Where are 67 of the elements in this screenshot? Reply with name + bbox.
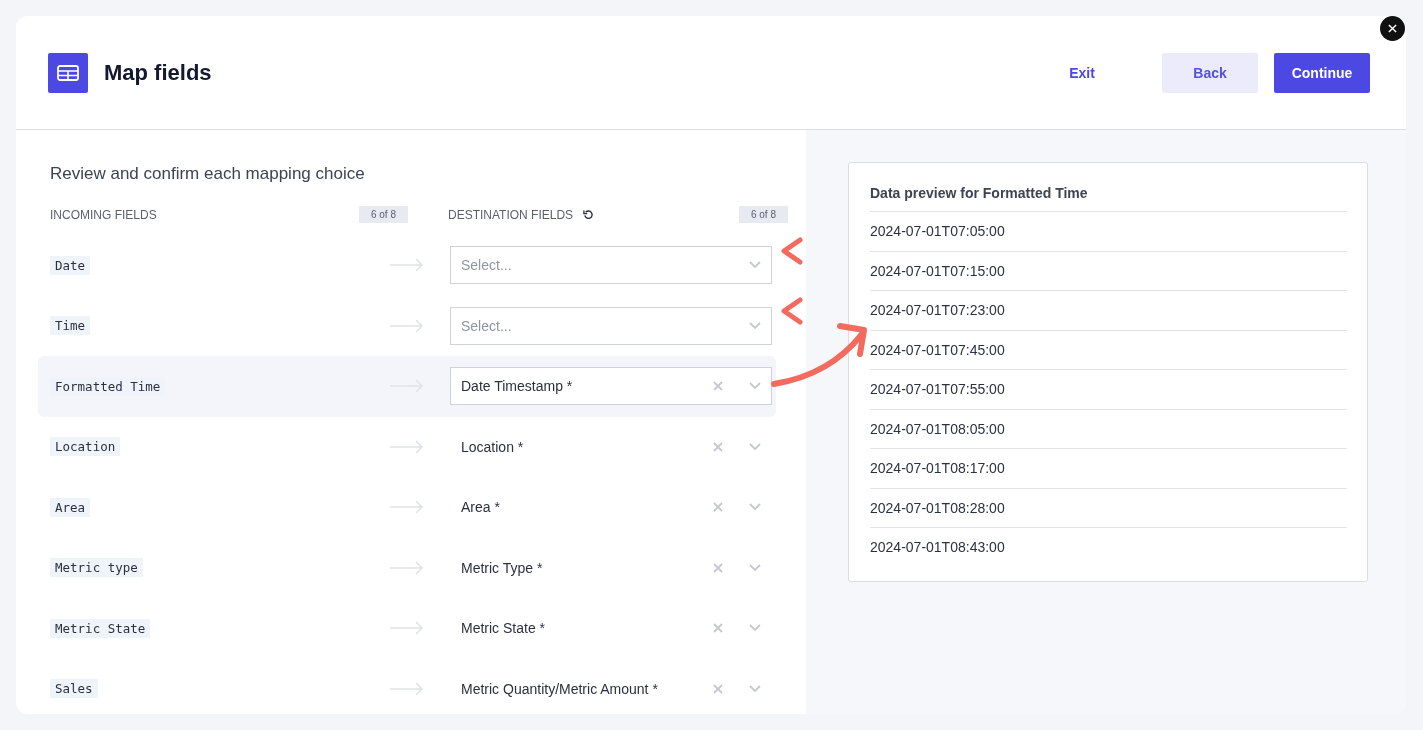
destination-select[interactable]: Metric Quantity/Metric Amount * [450, 669, 772, 708]
incoming-field-name: Formatted Time [50, 376, 166, 396]
destination-select[interactable]: Metric State * [450, 609, 772, 648]
arrow-right-icon [390, 681, 424, 696]
mapping-row[interactable]: Location Location * [38, 416, 776, 477]
arrow-right-icon [390, 258, 424, 273]
destination-select[interactable]: Date Timestamp * [450, 367, 772, 406]
chevron-down-icon [749, 442, 761, 451]
column-label: INCOMING FIELDS [50, 207, 157, 222]
annotation-chevron [781, 237, 803, 265]
mapping-row[interactable]: Formatted Time Date Timestamp * [38, 356, 776, 417]
close-icon [1388, 24, 1397, 33]
annotation-chevron [781, 297, 803, 325]
arrow-right-icon [390, 560, 424, 575]
clear-icon[interactable] [713, 441, 723, 452]
preview-value: 2024-07-01T08:43:00 [870, 538, 1006, 558]
chevron-down-icon [749, 684, 761, 693]
incoming-field-name: Location [50, 437, 121, 457]
incoming-field-name: Metric State [50, 618, 151, 638]
clear-icon[interactable] [713, 683, 723, 694]
clear-icon[interactable] [713, 623, 723, 634]
destination-select[interactable]: Location * [450, 427, 772, 466]
preview-value: 2024-07-01T07:55:00 [870, 370, 1347, 410]
chevron-down-icon [749, 624, 761, 633]
arrow-right-icon [390, 621, 424, 636]
count-badge: 6 of 8 [738, 206, 788, 223]
incoming-field-name: Area [50, 497, 91, 517]
preview-value: 2024-07-01T08:05:00 [870, 409, 1347, 449]
arrow-right-icon [390, 500, 424, 515]
preview-title: Data preview for Formatted Time [870, 185, 1347, 212]
mapping-row[interactable]: Metric type Metric Type * [38, 537, 776, 598]
clear-icon[interactable] [713, 381, 723, 392]
preview-value: 2024-07-01T07:05:00 [870, 212, 1347, 252]
continue-button[interactable]: Continue [1274, 52, 1370, 93]
mapping-row[interactable]: Sales Metric Quantity/Metric Amount * [38, 658, 776, 714]
incoming-field-name: Date [50, 255, 91, 275]
chevron-down-icon [749, 382, 761, 391]
chevron-down-icon [749, 321, 761, 330]
mapping-row[interactable]: Time Select... [38, 295, 776, 356]
mapping-row[interactable]: Metric State Metric State * [38, 598, 776, 659]
table-icon [48, 52, 88, 93]
mapping-row[interactable]: Date Select... [38, 235, 776, 296]
preview-value: 2024-07-01T07:23:00 [870, 291, 1347, 331]
arrow-right-icon [390, 439, 424, 454]
incoming-field-name: Sales [50, 679, 98, 699]
reset-icon[interactable] [583, 209, 595, 220]
chevron-down-icon [749, 563, 761, 572]
section-heading: Review and confirm each mapping choice [50, 164, 366, 184]
count-badge: 6 of 8 [358, 206, 408, 223]
exit-link[interactable]: Exit [1050, 52, 1114, 93]
preview-value: 2024-07-01T08:17:00 [870, 449, 1347, 489]
destination-select[interactable]: Area * [450, 488, 772, 527]
clear-icon[interactable] [713, 562, 723, 573]
column-label: DESTINATION FIELDS [448, 207, 574, 222]
clear-icon[interactable] [713, 502, 723, 513]
chevron-down-icon [749, 503, 761, 512]
incoming-field-name: Metric type [50, 558, 143, 578]
arrow-right-icon [390, 318, 424, 333]
preview-value: 2024-07-01T08:28:00 [870, 488, 1347, 528]
page-title: Map fields [104, 59, 213, 86]
preview-value: 2024-07-01T07:15:00 [870, 251, 1347, 291]
chevron-down-icon [749, 261, 761, 270]
destination-select[interactable]: Metric Type * [450, 548, 772, 587]
incoming-field-name: Time [50, 316, 91, 336]
back-button[interactable]: Back [1162, 52, 1258, 93]
mapping-row[interactable]: Area Area * [38, 477, 776, 538]
preview-value: 2024-07-01T07:45:00 [870, 330, 1347, 370]
